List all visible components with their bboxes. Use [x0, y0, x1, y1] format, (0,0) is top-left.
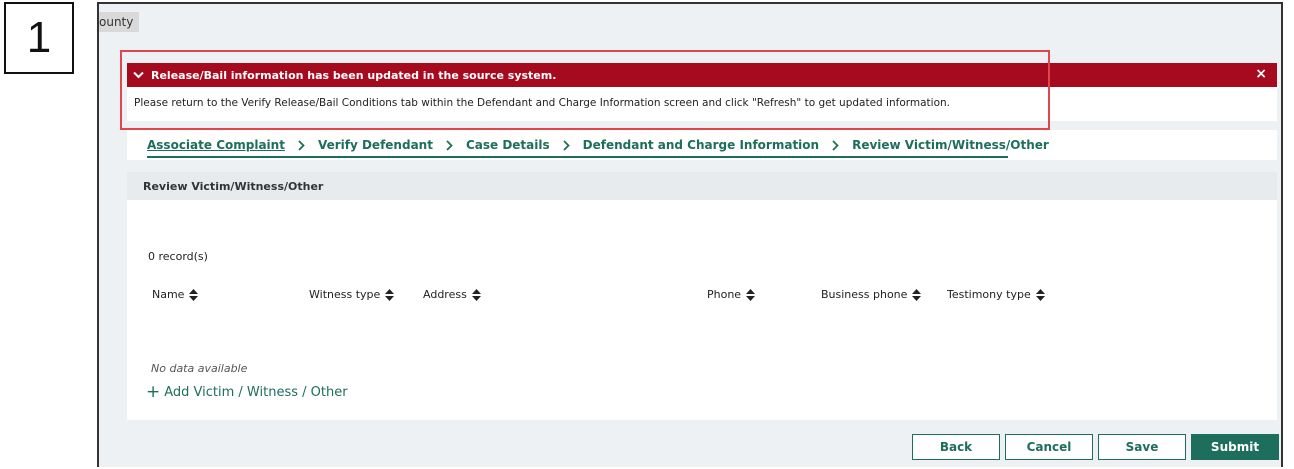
column-label: Business phone: [821, 288, 908, 301]
add-link-label: Add Victim / Witness / Other: [164, 385, 348, 400]
column-header-testimony-type[interactable]: Testimony type: [947, 288, 1045, 301]
breadcrumb: Associate Complaint Verify Defendant Cas…: [127, 130, 1277, 160]
sort-icon[interactable]: [912, 288, 922, 301]
column-label: Name: [152, 288, 185, 301]
alert-header[interactable]: Release/Bail information has been update…: [127, 63, 1277, 87]
breadcrumb-verify-defendant[interactable]: Verify Defendant: [318, 138, 433, 152]
save-button[interactable]: Save: [1098, 434, 1186, 460]
section-body: 0 record(s) Name Witness type Address Ph…: [127, 200, 1277, 420]
plus-icon: +: [146, 382, 161, 402]
column-label: Phone: [707, 288, 742, 301]
chevron-right-icon: [562, 139, 570, 151]
column-header-witness-type[interactable]: Witness type: [309, 288, 395, 301]
submit-button[interactable]: Submit: [1191, 434, 1279, 460]
alert-banner: Release/Bail information has been update…: [127, 63, 1277, 121]
chevron-right-icon: [298, 139, 305, 151]
breadcrumb-case-details[interactable]: Case Details: [466, 138, 550, 152]
breadcrumb-active-underline: [147, 156, 1008, 158]
breadcrumb-review-victim-witness[interactable]: Review Victim/Witness/Other: [852, 138, 1049, 152]
chevron-down-icon[interactable]: [133, 71, 144, 79]
sort-icon[interactable]: [189, 288, 199, 301]
cancel-button[interactable]: Cancel: [1005, 434, 1093, 460]
column-header-business-phone[interactable]: Business phone: [821, 288, 922, 301]
app-window: ounty Release/Bail information has been …: [97, 2, 1283, 467]
county-label: ounty: [99, 12, 140, 32]
close-icon[interactable]: ×: [1255, 66, 1267, 82]
empty-state-text: No data available: [151, 362, 248, 375]
add-victim-witness-link[interactable]: + Add Victim / Witness / Other: [146, 384, 348, 401]
sort-icon[interactable]: [1035, 288, 1045, 301]
section-title: Review Victim/Witness/Other: [127, 172, 1277, 200]
table-header: Name Witness type Address Phone Business…: [127, 288, 1277, 304]
alert-title: Release/Bail information has been update…: [151, 68, 557, 82]
breadcrumb-defendant-charge-info[interactable]: Defendant and Charge Information: [583, 138, 819, 152]
sort-icon[interactable]: [471, 288, 481, 301]
breadcrumb-associate-complaint[interactable]: Associate Complaint: [147, 138, 285, 152]
back-button[interactable]: Back: [912, 434, 1000, 460]
step-number-label: 1: [4, 2, 74, 74]
action-bar: Back Cancel Save Submit: [99, 434, 1281, 460]
column-header-address[interactable]: Address: [423, 288, 481, 301]
chevron-right-icon: [832, 139, 839, 151]
column-header-name[interactable]: Name: [152, 288, 199, 301]
column-header-phone[interactable]: Phone: [707, 288, 756, 301]
alert-message: Please return to the Verify Release/Bail…: [134, 97, 950, 109]
sort-icon[interactable]: [385, 288, 395, 301]
column-label: Witness type: [309, 288, 381, 301]
column-label: Address: [423, 288, 467, 301]
sort-icon[interactable]: [746, 288, 756, 301]
chevron-right-icon: [446, 139, 453, 151]
record-count: 0 record(s): [148, 250, 208, 263]
column-label: Testimony type: [947, 288, 1031, 301]
